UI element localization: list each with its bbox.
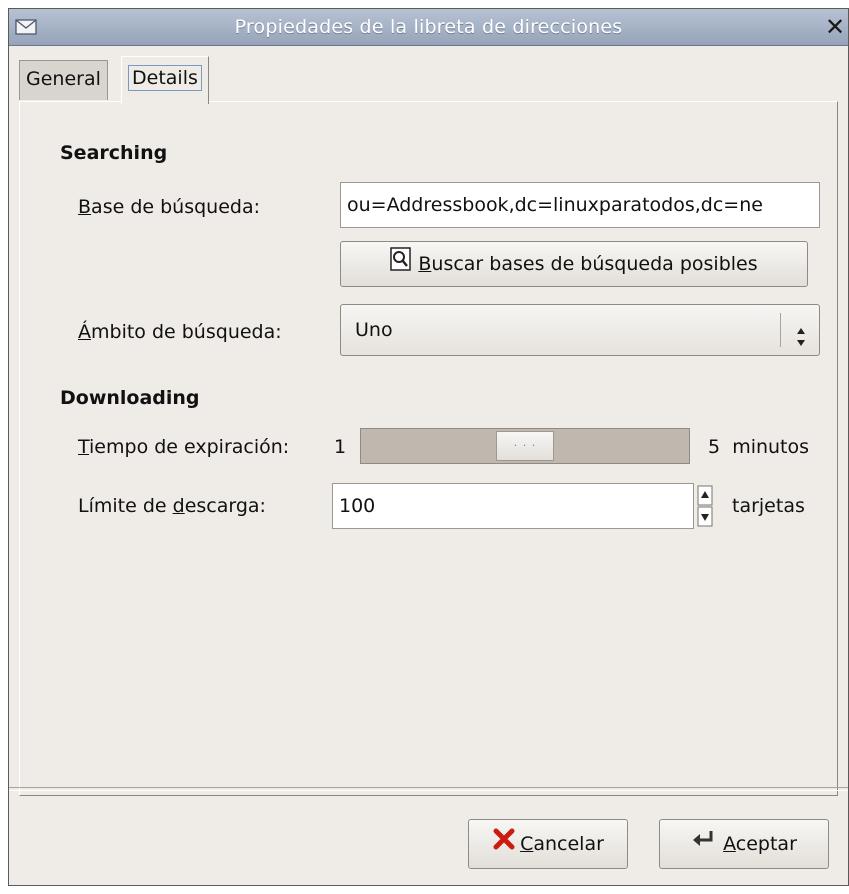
accept-button[interactable]: Aceptar <box>659 819 829 869</box>
find-bases-mnemonic: B <box>418 253 432 275</box>
timeout-slider[interactable]: · · · <box>360 428 690 464</box>
close-icon: ✕ <box>824 13 846 41</box>
timeout-label-text: iempo de expiración: <box>89 436 290 458</box>
cancel-icon <box>492 821 516 869</box>
download-limit-label-mnemonic: d <box>172 495 185 517</box>
tab-general[interactable]: General <box>19 60 108 100</box>
magnifier-page-icon <box>390 243 412 287</box>
cancel-button[interactable]: Cancelar <box>468 819 628 869</box>
tab-details[interactable]: Details <box>121 56 209 104</box>
accept-mnemonic: A <box>723 833 736 855</box>
download-limit-label-pre: Límite de <box>78 495 173 517</box>
search-base-label-mnemonic: B <box>78 196 92 218</box>
find-bases-label: uscar bases de búsqueda posibles <box>431 253 758 275</box>
timeout-label-mnemonic: T <box>78 436 90 458</box>
details-page: Searching Base de búsqueda: ou=Addressbo… <box>19 101 838 796</box>
accept-label: ceptar <box>735 833 797 855</box>
enter-arrow-icon <box>691 821 717 869</box>
search-scope-select[interactable]: Uno <box>340 304 820 356</box>
search-base-input[interactable]: ou=Addressbook,dc=linuxparatodos,dc=ne <box>340 182 820 228</box>
window-title: Propiedades de la libreta de direcciones <box>234 16 623 38</box>
download-limit-unit: tarjetas <box>732 495 805 517</box>
dialog-separator <box>9 787 848 791</box>
title-bar[interactable]: Propiedades de la libreta de direcciones… <box>9 9 848 46</box>
search-scope-label-text: mbito de búsqueda: <box>91 321 282 343</box>
download-limit-input[interactable]: 100 <box>332 483 694 529</box>
downloading-heading: Downloading <box>60 387 200 409</box>
download-limit-label: Límite de descarga: <box>78 495 266 517</box>
find-search-bases-button[interactable]: Buscar bases de búsqueda posibles <box>340 241 808 287</box>
search-base-label-text: ase de búsqueda: <box>91 196 261 218</box>
up-down-arrows-icon <box>793 318 809 346</box>
cancel-mnemonic: C <box>520 833 534 855</box>
address-book-properties-dialog: Propiedades de la libreta de direcciones… <box>8 8 849 886</box>
timeout-max-label: 5 minutos <box>708 436 809 458</box>
cancel-label: ancelar <box>533 833 604 855</box>
timeout-slider-handle[interactable]: · · · <box>496 431 554 461</box>
timeout-min-label: 1 <box>334 436 347 458</box>
search-scope-value: Uno <box>355 319 393 341</box>
search-scope-label-mnemonic: Á <box>78 321 91 343</box>
combo-separator <box>780 313 781 347</box>
search-base-label: Base de búsqueda: <box>78 196 260 218</box>
download-limit-spinner[interactable] <box>696 483 714 529</box>
download-limit-label-text: escarga: <box>184 495 266 517</box>
searching-heading: Searching <box>60 142 168 164</box>
search-scope-label: Ámbito de búsqueda: <box>78 321 282 343</box>
timeout-label: Tiempo de expiración: <box>78 436 289 458</box>
tab-details-label: Details <box>128 65 202 91</box>
timeout-unit: minutos <box>732 436 810 458</box>
timeout-max-value: 5 <box>708 436 721 458</box>
tab-general-label: General <box>26 68 101 90</box>
close-button[interactable]: ✕ <box>822 13 848 41</box>
